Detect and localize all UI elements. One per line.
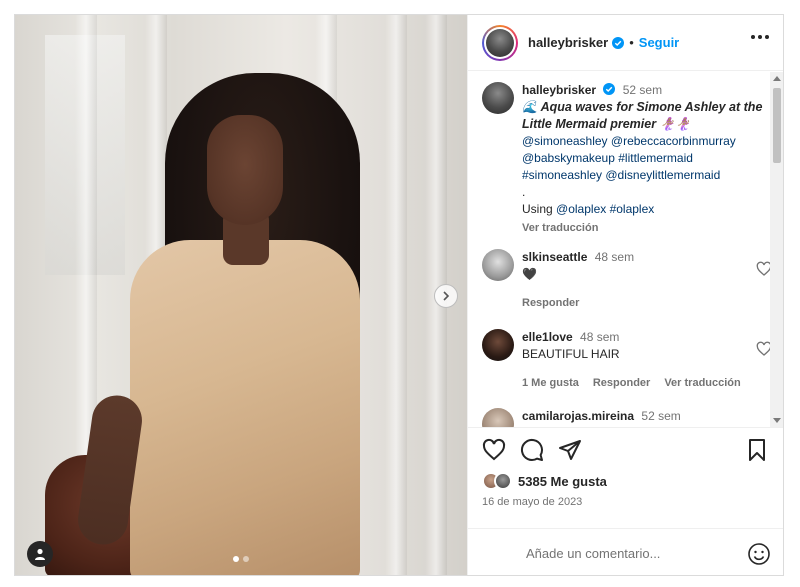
comment-text: 🖤 bbox=[522, 267, 537, 281]
comment-composer bbox=[468, 528, 783, 575]
commenter-avatar[interactable] bbox=[482, 249, 514, 281]
separator-dot: • bbox=[629, 35, 634, 50]
caption-tags[interactable]: @simoneashley @rebeccacorbinmurray bbox=[522, 133, 772, 150]
comment-text: BEAUTIFUL HAIR bbox=[522, 347, 620, 361]
verified-badge-icon bbox=[612, 36, 625, 49]
commenter-avatar[interactable] bbox=[482, 408, 514, 427]
comment-username[interactable]: elle1love bbox=[522, 330, 573, 344]
chevron-right-icon bbox=[443, 291, 450, 301]
carousel-dot bbox=[243, 556, 249, 562]
follow-button[interactable]: Seguir bbox=[639, 35, 679, 50]
user-tag-button[interactable] bbox=[27, 541, 53, 567]
scroll-thumb[interactable] bbox=[773, 88, 781, 163]
caption-tags[interactable]: #simoneashley @disneylittlemermaid bbox=[522, 167, 772, 184]
likes-count[interactable]: 5385 Me gusta bbox=[518, 474, 607, 489]
reply-button[interactable]: Responder bbox=[522, 295, 579, 312]
bookmark-icon[interactable] bbox=[745, 438, 769, 462]
model-dress bbox=[130, 240, 360, 575]
caption-time[interactable]: 52 sem bbox=[623, 83, 662, 97]
scroll-down-arrow[interactable] bbox=[773, 418, 781, 423]
heart-icon[interactable] bbox=[482, 438, 506, 462]
caption-dot: . bbox=[522, 185, 526, 199]
post-actions: 5385 Me gusta 16 de mayo de 2023 bbox=[468, 427, 783, 575]
post-header: halleybrisker • Seguir bbox=[468, 15, 783, 71]
commenter-avatar[interactable] bbox=[482, 329, 514, 361]
comment-username[interactable]: camilarojas.mireina bbox=[522, 409, 634, 423]
carousel-dot-active bbox=[233, 556, 239, 562]
scroll-up-arrow[interactable] bbox=[773, 76, 781, 81]
carousel-indicator bbox=[233, 556, 249, 562]
share-icon[interactable] bbox=[558, 438, 582, 462]
author-avatar[interactable] bbox=[482, 24, 518, 61]
comments-list[interactable]: halleybrisker 52 sem 🌊 Aqua waves for Si… bbox=[468, 72, 783, 427]
comment-username[interactable]: slkinseattle bbox=[522, 250, 587, 264]
caption-avatar[interactable] bbox=[482, 82, 514, 114]
caption-using-prefix: Using bbox=[522, 202, 553, 216]
curtain-fold bbox=[385, 15, 407, 575]
comment-icon[interactable] bbox=[520, 438, 544, 462]
comment-time[interactable]: 48 sem bbox=[595, 250, 634, 264]
user-tag-icon bbox=[35, 548, 45, 560]
reply-button[interactable]: Responder bbox=[593, 375, 650, 392]
emoji-icon[interactable] bbox=[747, 542, 771, 566]
verified-badge-icon bbox=[603, 83, 616, 95]
caption-using-tags[interactable]: @olaplex #olaplex bbox=[556, 202, 654, 216]
more-options-icon[interactable] bbox=[751, 35, 769, 39]
post-sidebar: halleybrisker • Seguir halleybrisker 52 … bbox=[467, 15, 783, 575]
caption-tags[interactable]: @babskymakeup #littlemermaid bbox=[522, 150, 772, 167]
post-photo[interactable] bbox=[15, 15, 467, 575]
comment-time[interactable]: 52 sem bbox=[641, 409, 680, 423]
author-username[interactable]: halleybrisker bbox=[528, 35, 608, 50]
translate-link[interactable]: Ver traducción bbox=[664, 375, 740, 392]
post-date[interactable]: 16 de mayo de 2023 bbox=[482, 496, 582, 508]
likes-summary[interactable]: 5385 Me gusta bbox=[482, 472, 607, 490]
liker-avatar bbox=[494, 472, 512, 490]
comment-likes[interactable]: 1 Me gusta bbox=[522, 375, 579, 392]
comment-input[interactable] bbox=[526, 546, 747, 561]
next-photo-button[interactable] bbox=[434, 284, 458, 308]
comment-time[interactable]: 48 sem bbox=[580, 330, 619, 344]
comments-scrollbar[interactable] bbox=[770, 72, 783, 427]
caption-title: 🌊 Aqua waves for Simone Ashley at the Li… bbox=[522, 100, 763, 131]
model-face bbox=[207, 115, 283, 225]
post-dialog: halleybrisker • Seguir halleybrisker 52 … bbox=[14, 14, 784, 576]
translate-link[interactable]: Ver traducción bbox=[522, 220, 772, 237]
caption-username[interactable]: halleybrisker bbox=[522, 83, 596, 97]
avatar bbox=[486, 28, 514, 57]
